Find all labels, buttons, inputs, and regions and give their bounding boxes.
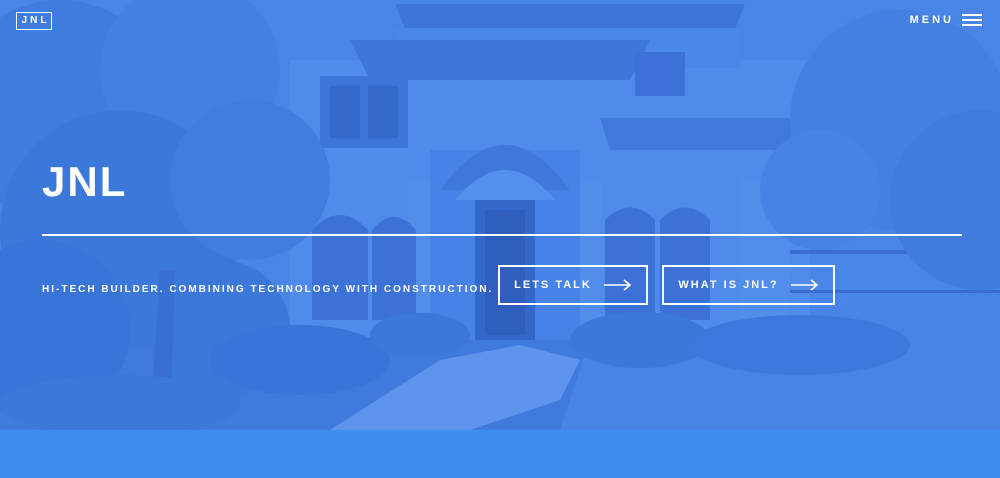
what-is-jnl-button[interactable]: WHAT IS JNL? — [662, 265, 835, 305]
arrow-right-icon — [603, 279, 632, 291]
menu-button[interactable]: MENU — [910, 14, 982, 26]
page: JNL MENU JNL HI-TECH BUILDER. COMBINING … — [0, 0, 1000, 478]
arrow-right-icon — [790, 279, 818, 291]
hamburger-icon — [962, 14, 982, 26]
what-is-jnl-label: WHAT IS JNL? — [678, 279, 779, 291]
hero-section: JNL MENU JNL HI-TECH BUILDER. COMBINING … — [0, 0, 1000, 430]
section-band — [0, 430, 1000, 478]
logo[interactable]: JNL — [16, 12, 52, 30]
hero-title: JNL — [42, 158, 128, 205]
lets-talk-label: LETS TALK — [514, 279, 592, 291]
lets-talk-button[interactable]: LETS TALK — [498, 265, 648, 305]
hero-divider — [42, 234, 962, 236]
hero-color-overlay — [0, 0, 1000, 430]
hero-tagline: HI-TECH BUILDER. COMBINING TECHNOLOGY WI… — [42, 284, 494, 295]
menu-label: MENU — [909, 14, 954, 26]
